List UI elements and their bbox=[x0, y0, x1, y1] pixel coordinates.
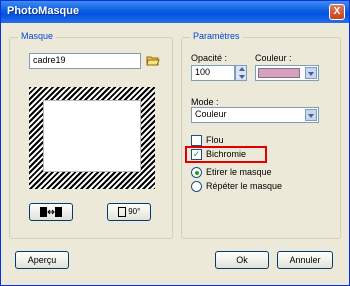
flou-checkbox[interactable] bbox=[191, 135, 202, 146]
photomasque-window: PhotoMasque X Masque cadre19 90° Paramèt… bbox=[0, 0, 350, 286]
masque-name-field[interactable]: cadre19 bbox=[29, 53, 141, 69]
spin-down-icon[interactable] bbox=[239, 75, 245, 79]
open-mask-button[interactable] bbox=[146, 54, 160, 66]
mask-preview bbox=[29, 87, 155, 189]
annuler-label: Annuler bbox=[289, 255, 321, 265]
apercu-label: Aperçu bbox=[27, 255, 57, 265]
couleur-label: Couleur : bbox=[255, 53, 292, 63]
rotate-label: 90° bbox=[128, 207, 141, 216]
title-bar[interactable]: PhotoMasque X bbox=[1, 1, 349, 23]
mask-preview-center bbox=[43, 100, 141, 172]
rotate-button[interactable]: 90° bbox=[107, 203, 151, 221]
close-button[interactable]: X bbox=[329, 4, 345, 20]
folder-open-icon bbox=[146, 56, 160, 66]
check-icon: ✓ bbox=[192, 149, 201, 159]
mode-value: Couleur bbox=[195, 109, 227, 119]
opacite-spinner[interactable] bbox=[235, 65, 247, 81]
ok-label: Ok bbox=[236, 255, 248, 265]
etirer-radio[interactable] bbox=[191, 167, 202, 178]
repeter-radio[interactable] bbox=[191, 181, 202, 192]
etirer-label: Etirer le masque bbox=[206, 167, 272, 177]
mode-dropdown[interactable]: Couleur bbox=[191, 107, 319, 123]
swap-button[interactable] bbox=[29, 203, 73, 221]
swap-icon bbox=[40, 207, 62, 217]
mode-label: Mode : bbox=[191, 97, 219, 107]
masque-legend: Masque bbox=[18, 31, 57, 41]
spin-up-icon[interactable] bbox=[239, 67, 245, 71]
close-icon: X bbox=[333, 6, 341, 17]
chevron-down-icon[interactable] bbox=[305, 67, 317, 79]
couleur-swatch bbox=[258, 68, 300, 78]
bichromie-label: Bichromie bbox=[206, 149, 247, 159]
masque-name-value: cadre19 bbox=[33, 55, 66, 65]
bichromie-checkbox[interactable]: ✓ bbox=[191, 149, 202, 160]
chevron-down-icon[interactable] bbox=[305, 109, 317, 121]
apercu-button[interactable]: Aperçu bbox=[15, 251, 69, 269]
opacite-field[interactable]: 100 bbox=[191, 65, 235, 81]
rotate-icon bbox=[117, 207, 126, 217]
annuler-button[interactable]: Annuler bbox=[277, 251, 333, 269]
opacite-value: 100 bbox=[195, 67, 211, 77]
window-title: PhotoMasque bbox=[7, 5, 80, 17]
opacite-label: Opacité : bbox=[191, 53, 228, 63]
repeter-label: Répéter le masque bbox=[206, 181, 283, 191]
couleur-dropdown[interactable] bbox=[255, 65, 319, 81]
flou-label: Flou bbox=[206, 135, 224, 145]
parametres-legend: Paramètres bbox=[190, 31, 243, 41]
ok-button[interactable]: Ok bbox=[215, 251, 269, 269]
radio-selected-dot bbox=[195, 171, 199, 175]
